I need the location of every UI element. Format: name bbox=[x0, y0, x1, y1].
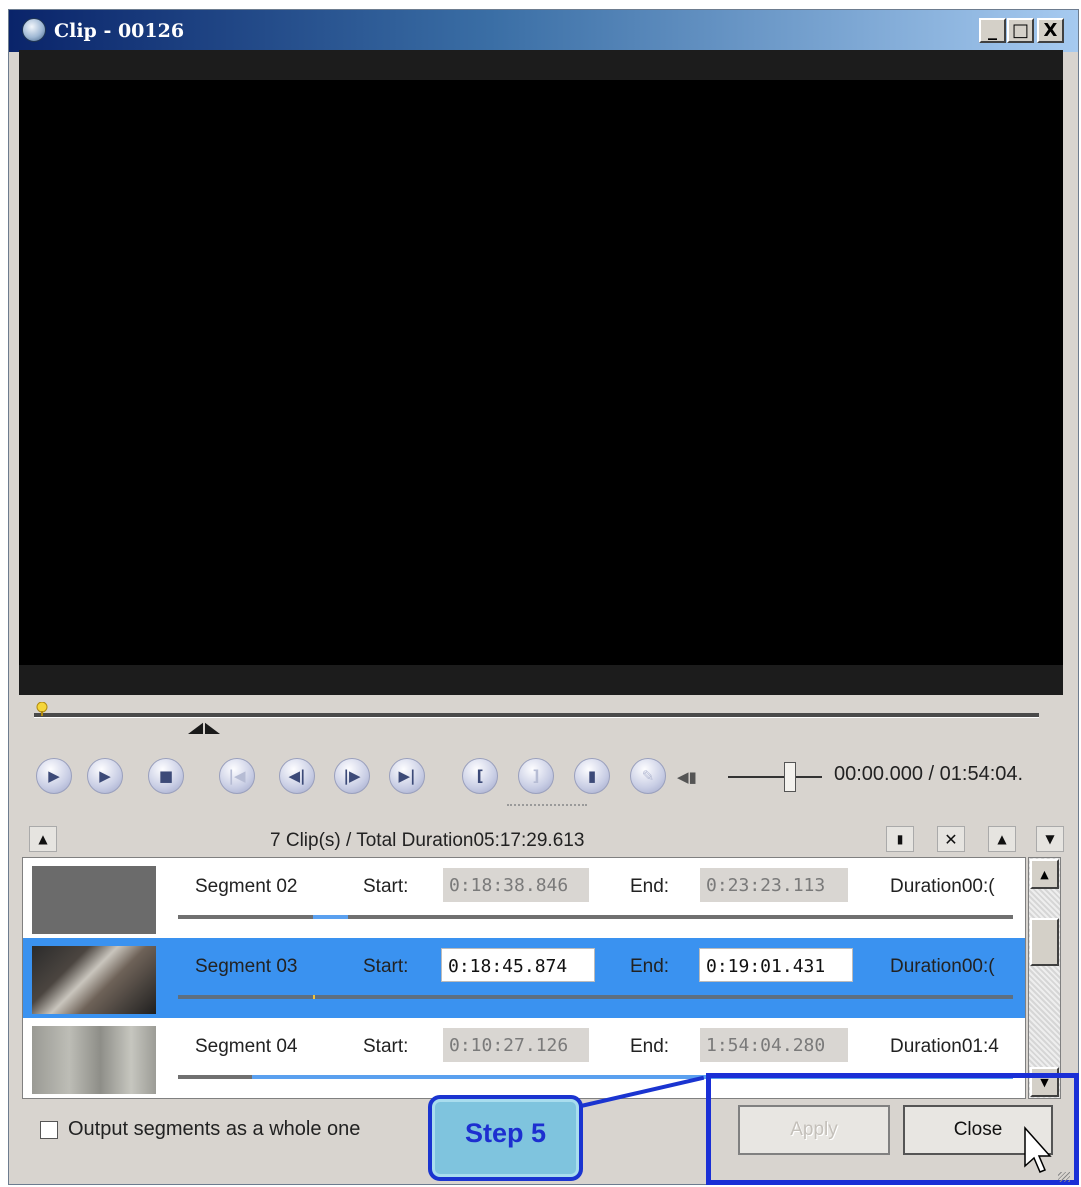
play-to-icon: ▶ bbox=[99, 767, 111, 785]
apply-button[interactable]: Apply bbox=[738, 1105, 890, 1155]
scroll-thumb[interactable] bbox=[1030, 918, 1059, 966]
start-label: Start: bbox=[363, 1036, 409, 1057]
end-label: End: bbox=[630, 876, 670, 897]
mark-in-button[interactable]: [ bbox=[462, 758, 498, 794]
video-preview bbox=[19, 50, 1063, 695]
move-up-button[interactable]: ▲ bbox=[988, 826, 1016, 852]
end-time-input[interactable]: 0:19:01.431 bbox=[699, 948, 853, 982]
clips-summary: 7 Clip(s) / Total Duration05:17:29.613 bbox=[270, 830, 585, 851]
output-whole-label[interactable]: Output segments as a whole one bbox=[68, 1118, 360, 1141]
stop-button[interactable]: ■ bbox=[148, 758, 184, 794]
volume-slider-thumb[interactable] bbox=[784, 762, 796, 792]
end-label: End: bbox=[630, 956, 670, 977]
end-label: End: bbox=[630, 1036, 670, 1057]
segment-name: Segment 02 bbox=[195, 876, 298, 897]
start-label: Start: bbox=[363, 876, 409, 897]
next-frame-icon: |▶ bbox=[343, 767, 361, 785]
resize-grip-icon[interactable] bbox=[1058, 1172, 1070, 1182]
duration-label: Duration00:( bbox=[890, 956, 995, 977]
collapse-list-button[interactable]: ▲ bbox=[29, 826, 57, 852]
volume-slider-track[interactable] bbox=[728, 776, 822, 778]
edit-button[interactable]: ✎ bbox=[630, 758, 666, 794]
segment-thumbnail bbox=[32, 946, 156, 1014]
segment-range-fill bbox=[313, 915, 348, 919]
segment-row-selected[interactable]: Segment 03 Start: 0:18:45.874 End: 0:19:… bbox=[23, 938, 1025, 1018]
start-time-field[interactable]: 0:10:27.126 bbox=[443, 1028, 589, 1062]
play-button[interactable]: ▶ bbox=[36, 758, 72, 794]
maximize-button[interactable]: □ bbox=[1007, 18, 1034, 43]
play-icon: ▶ bbox=[48, 767, 60, 785]
scroll-up-button[interactable]: ▲ bbox=[1030, 859, 1059, 889]
edit-icon: ✎ bbox=[641, 767, 655, 785]
step-callout-label: Step 5 bbox=[464, 1118, 547, 1148]
segment-range-bar bbox=[178, 915, 1013, 919]
segment-row[interactable]: Segment 02 Start: 0:18:38.846 End: 0:23:… bbox=[23, 858, 1025, 938]
go-end-icon: ▶| bbox=[398, 767, 416, 785]
segment-range-fill bbox=[313, 995, 315, 999]
seek-track[interactable] bbox=[34, 713, 1039, 718]
move-down-button[interactable]: ▼ bbox=[1036, 826, 1064, 852]
start-time-input[interactable]: 0:18:45.874 bbox=[441, 948, 595, 982]
stop-icon: ■ bbox=[158, 767, 174, 785]
window-title: Clip - 00126 bbox=[54, 20, 185, 42]
segment-thumbnail bbox=[32, 866, 156, 934]
segment-range-fill bbox=[178, 1075, 252, 1079]
delete-clip-button[interactable]: ✕ bbox=[937, 826, 965, 852]
segment-list: Segment 02 Start: 0:18:38.846 End: 0:23:… bbox=[22, 857, 1026, 1099]
segment-list-scrollbar[interactable]: ▲ ▼ bbox=[1028, 857, 1061, 1099]
add-segment-icon: ▮ bbox=[587, 767, 597, 785]
letterbox-bottom bbox=[19, 665, 1063, 695]
end-time-field[interactable]: 0:23:23.113 bbox=[700, 868, 848, 902]
add-segment-button[interactable]: ▮ bbox=[574, 758, 610, 794]
x-icon: ✕ bbox=[944, 829, 958, 849]
next-frame-button[interactable]: |▶ bbox=[334, 758, 370, 794]
mark-in-icon: [ bbox=[476, 767, 484, 785]
seek-start-handle[interactable] bbox=[36, 702, 48, 716]
go-end-button[interactable]: ▶| bbox=[389, 758, 425, 794]
arrow-up-icon: ▲ bbox=[997, 832, 1007, 846]
go-start-button[interactable]: |◀ bbox=[219, 758, 255, 794]
go-start-icon: |◀ bbox=[228, 767, 246, 785]
step-callout: Step 5 bbox=[428, 1095, 583, 1181]
duration-label: Duration00:( bbox=[890, 876, 995, 897]
letterbox-top bbox=[19, 50, 1063, 80]
minimize-button[interactable]: _ bbox=[979, 18, 1006, 43]
duration-label: Duration01:4 bbox=[890, 1036, 999, 1057]
playhead-marker-divider bbox=[203, 721, 205, 735]
close-window-button[interactable]: X bbox=[1037, 18, 1064, 43]
add-file-icon: ▮ bbox=[896, 832, 904, 846]
timecode-display: 00:00.000 / 01:54:04. bbox=[834, 763, 1024, 785]
mark-out-icon: ] bbox=[532, 767, 540, 785]
app-icon bbox=[22, 18, 46, 42]
controls-divider bbox=[507, 804, 587, 808]
segment-name: Segment 04 bbox=[195, 1036, 298, 1057]
prev-frame-icon: ◀| bbox=[288, 767, 306, 785]
segment-range-bar bbox=[178, 995, 1013, 999]
end-time-field[interactable]: 1:54:04.280 bbox=[700, 1028, 848, 1062]
mouse-cursor-icon bbox=[1024, 1126, 1052, 1173]
scroll-up-icon: ▲ bbox=[1040, 867, 1049, 881]
start-label: Start: bbox=[363, 956, 409, 977]
add-clip-button[interactable]: ▮ bbox=[886, 826, 914, 852]
mark-out-button[interactable]: ] bbox=[518, 758, 554, 794]
segment-name: Segment 03 bbox=[195, 956, 298, 977]
play-to-button[interactable]: ▶ bbox=[87, 758, 123, 794]
output-whole-checkbox[interactable] bbox=[40, 1121, 58, 1139]
start-time-field[interactable]: 0:18:38.846 bbox=[443, 868, 589, 902]
segment-thumbnail bbox=[32, 1026, 156, 1094]
triangle-up-icon: ▲ bbox=[38, 832, 48, 846]
arrow-down-icon: ▼ bbox=[1045, 832, 1055, 846]
title-bar[interactable]: Clip - 00126 _ □ X bbox=[9, 10, 1078, 52]
prev-frame-button[interactable]: ◀| bbox=[279, 758, 315, 794]
volume-icon[interactable]: ◀▮ bbox=[677, 768, 697, 786]
